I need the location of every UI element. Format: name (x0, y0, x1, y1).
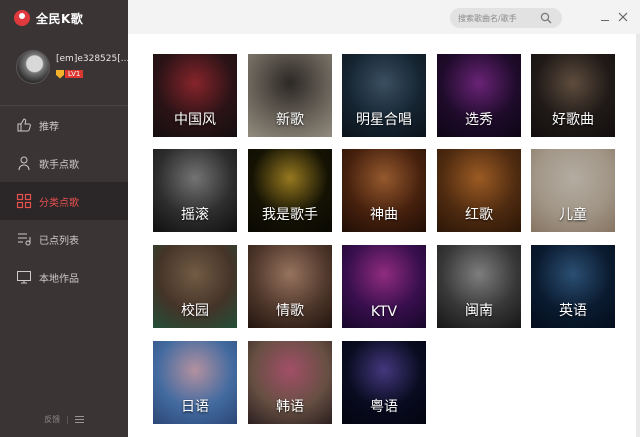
sidebar-item-label: 推荐 (39, 121, 59, 133)
category-tile[interactable]: 中国风 (153, 54, 237, 137)
category-tile[interactable]: 红歌 (437, 149, 521, 232)
category-tile[interactable]: 粤语 (342, 341, 426, 424)
category-tile[interactable]: 英语 (531, 245, 615, 328)
sidebar-nav: 推荐歌手点歌分类点歌已点列表本地作品 (0, 106, 128, 296)
category-tile[interactable]: 新歌 (248, 54, 332, 137)
sidebar-item-label: 歌手点歌 (39, 159, 79, 171)
sidebar-item-0[interactable]: 推荐 (0, 106, 128, 144)
app-name: 全民K歌 (36, 11, 84, 26)
category-label: 儿童 (559, 207, 587, 223)
category-label: 明星合唱 (356, 112, 412, 128)
monitor-icon (16, 269, 32, 285)
sidebar: 全民K歌 [em]e328525[... LV1 推荐歌手点歌分类点歌已点列表本… (0, 0, 129, 437)
sidebar-item-2[interactable]: 分类点歌 (0, 182, 128, 220)
category-tile[interactable]: 我是歌手 (248, 149, 332, 232)
category-grid: 中国风 新歌 明星合唱 选秀 好歌曲摇滚 我是歌手 神曲 红歌 儿童校园 情歌 KTV 闽南 英语日语 韩… (128, 34, 636, 437)
category-grid-icon (16, 193, 32, 209)
sidebar-item-1[interactable]: 歌手点歌 (0, 144, 128, 182)
level-badge: LV1 (56, 69, 84, 79)
search-icon[interactable] (540, 12, 552, 24)
top-bar (128, 0, 640, 34)
category-label: 我是歌手 (262, 207, 318, 223)
category-tile[interactable]: 选秀 (437, 54, 521, 137)
category-tile[interactable]: 好歌曲 (531, 54, 615, 137)
app-logo-icon (14, 10, 30, 26)
scrollbar[interactable] (636, 34, 640, 437)
close-button[interactable] (616, 10, 630, 24)
category-label: 选秀 (465, 112, 493, 128)
menu-icon[interactable] (74, 416, 84, 423)
sidebar-footer: 反馈 | (0, 414, 128, 425)
category-tile[interactable]: KTV (342, 245, 426, 328)
search-box[interactable] (450, 8, 562, 28)
category-tile[interactable]: 日语 (153, 341, 237, 424)
minimize-button[interactable] (598, 10, 612, 24)
category-tile[interactable]: 情歌 (248, 245, 332, 328)
category-label: 好歌曲 (552, 112, 594, 128)
category-label: 新歌 (276, 112, 304, 128)
category-tile[interactable]: 儿童 (531, 149, 615, 232)
category-label: KTV (370, 304, 398, 320)
category-label: 闽南 (465, 303, 493, 319)
category-label: 神曲 (370, 207, 398, 223)
footer-separator: | (66, 415, 69, 424)
thumbs-up-icon (16, 117, 32, 133)
category-label: 校园 (181, 303, 209, 319)
singer-icon (16, 155, 32, 171)
search-input[interactable] (458, 10, 538, 26)
playlist-icon (16, 231, 32, 247)
category-label: 韩语 (276, 399, 304, 415)
category-label: 红歌 (465, 207, 493, 223)
category-tile[interactable]: 韩语 (248, 341, 332, 424)
category-tile[interactable]: 校园 (153, 245, 237, 328)
brand: 全民K歌 (14, 8, 83, 28)
avatar[interactable] (16, 50, 50, 84)
feedback-link[interactable]: 反馈 (44, 414, 60, 425)
sidebar-item-3[interactable]: 已点列表 (0, 220, 128, 258)
category-label: 中国风 (174, 112, 216, 128)
category-label: 情歌 (276, 303, 304, 319)
category-label: 摇滚 (181, 207, 209, 223)
category-tile[interactable]: 闽南 (437, 245, 521, 328)
level-text: LV1 (65, 70, 84, 78)
close-icon (618, 12, 628, 22)
username[interactable]: [em]e328525[... (56, 54, 129, 64)
category-label: 日语 (181, 399, 209, 415)
sidebar-item-label: 分类点歌 (39, 197, 79, 209)
category-tile[interactable]: 明星合唱 (342, 54, 426, 137)
category-tile[interactable]: 摇滚 (153, 149, 237, 232)
user-profile[interactable]: [em]e328525[... LV1 (16, 50, 129, 86)
sidebar-item-4[interactable]: 本地作品 (0, 258, 128, 296)
sidebar-item-label: 本地作品 (39, 273, 79, 285)
category-label: 英语 (559, 303, 587, 319)
category-tile[interactable]: 神曲 (342, 149, 426, 232)
sidebar-item-label: 已点列表 (39, 235, 79, 247)
category-label: 粤语 (370, 399, 398, 415)
level-shield-icon (56, 69, 64, 79)
